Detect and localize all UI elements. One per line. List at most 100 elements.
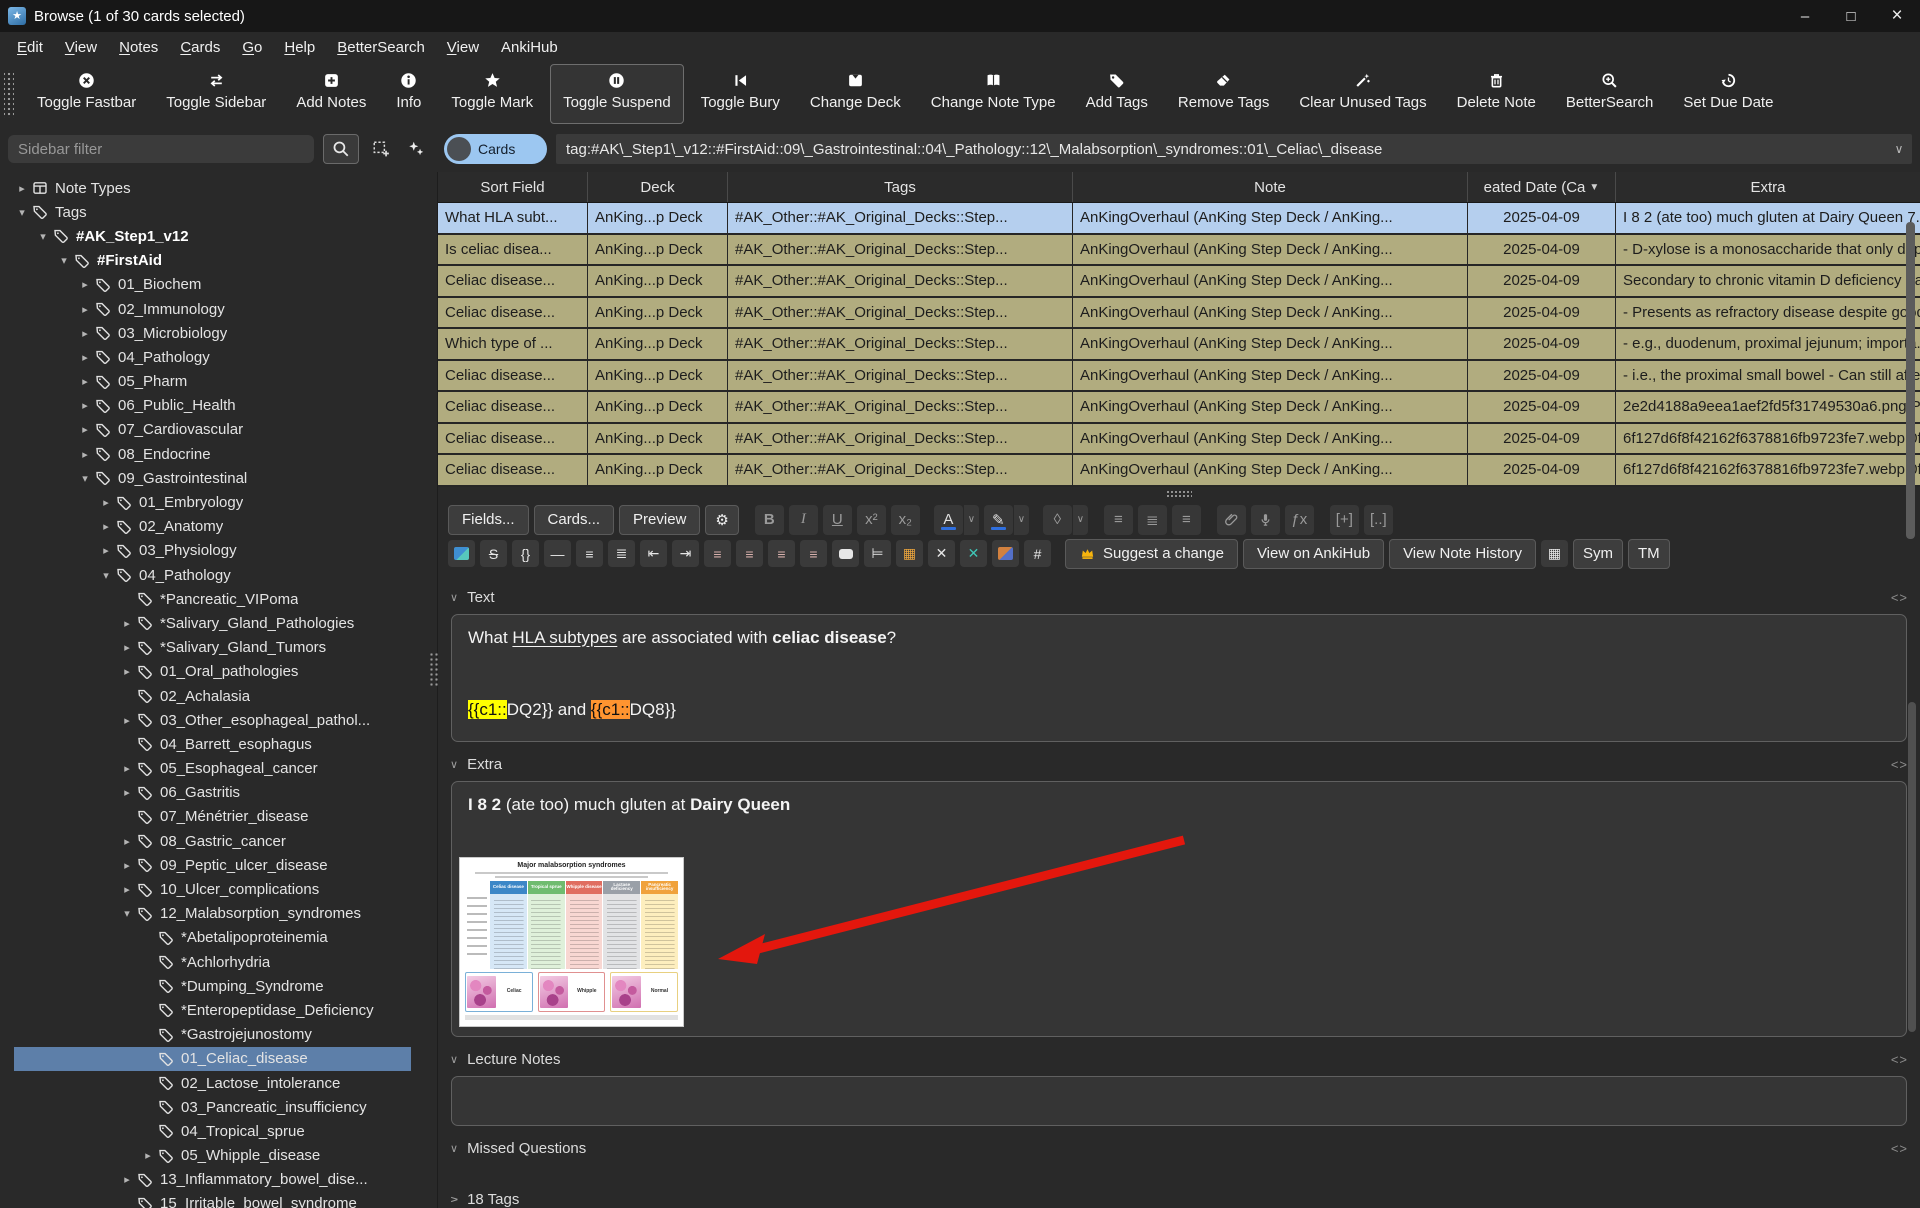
tree-arrow-right-icon[interactable]: ▸ [77, 375, 93, 388]
sidebar-item-05-esophageal-cancer[interactable]: ▸05_Esophageal_cancer [0, 757, 437, 781]
tree-arrow-right-icon[interactable]: ▸ [119, 641, 135, 654]
field-header-text[interactable]: ∨Text<> [438, 584, 1920, 612]
menu-go[interactable]: Go [231, 39, 273, 56]
sidebar-item-05-whipple-disease[interactable]: ▸05_Whipple_disease [0, 1144, 437, 1168]
sidebar-item-01-oral-pathologies[interactable]: ▸01_Oral_pathologies [0, 660, 437, 684]
table-row-6[interactable]: Celiac disease...AnKing...p Deck#AK_Othe… [438, 361, 1920, 393]
remove-format-chevron[interactable]: ∨ [1073, 505, 1088, 535]
tree-arrow-down-icon[interactable]: ▾ [14, 206, 30, 219]
tree-arrow-down-icon[interactable]: ▾ [77, 472, 93, 485]
sidebar-item-02-immunology[interactable]: ▸02_Immunology [0, 297, 437, 321]
tool-toggle-fastbar[interactable]: Toggle Fastbar [24, 64, 149, 124]
sym-button[interactable]: Sym [1573, 539, 1623, 569]
shuffle-alt-button[interactable]: ✕ [960, 540, 987, 567]
tool-change-note-type[interactable]: Change Note Type [918, 64, 1069, 124]
cards-notes-toggle[interactable]: Cards [444, 134, 547, 164]
strikethrough-button[interactable]: S [480, 540, 507, 567]
text-color-chevron[interactable]: ∨ [964, 505, 979, 535]
menu-edit[interactable]: Edit [6, 39, 54, 56]
comment-button[interactable] [832, 540, 859, 567]
sidebar-item-04-tropical-sprue[interactable]: 04_Tropical_sprue [0, 1119, 437, 1143]
sidebar-item-09-gastrointestinal[interactable]: ▾09_Gastrointestinal [0, 466, 437, 490]
column-header-note[interactable]: Note [1073, 172, 1468, 202]
tree-arrow-right-icon[interactable]: ▸ [119, 1173, 135, 1186]
sidebar-item-13-inflammatory-bowel-dise[interactable]: ▸13_Inflammatory_bowel_dise... [0, 1168, 437, 1192]
menu-help[interactable]: Help [273, 39, 326, 56]
tm-button[interactable]: TM [1628, 539, 1670, 569]
tool-add-tags[interactable]: Add Tags [1073, 64, 1161, 124]
tree-arrow-right-icon[interactable]: ▸ [140, 1149, 156, 1162]
menu-notes[interactable]: Notes [108, 39, 169, 56]
menu-ankihub[interactable]: AnkiHub [490, 39, 569, 56]
column-header-sort-field[interactable]: Sort Field [438, 172, 588, 202]
table-row-2[interactable]: Is celiac disea...AnKing...p Deck#AK_Oth… [438, 235, 1920, 267]
button-view-note-history[interactable]: View Note History [1389, 539, 1536, 569]
table-row-9[interactable]: Celiac disease...AnKing...p Deck#AK_Othe… [438, 455, 1920, 487]
bold-button[interactable]: B [755, 505, 784, 535]
record-audio-button[interactable] [1251, 505, 1280, 535]
horizontal-rule-button[interactable]: — [544, 540, 571, 567]
tool-set-due-date[interactable]: Set Due Date [1670, 64, 1786, 124]
editor-button-fields[interactable]: Fields... [448, 505, 529, 535]
table-row-7[interactable]: Celiac disease...AnKing...p Deck#AK_Othe… [438, 392, 1920, 424]
tree-arrow-right-icon[interactable]: ▸ [119, 835, 135, 848]
sidebar-item-achlorhydria[interactable]: *Achlorhydria [0, 950, 437, 974]
table-row-8[interactable]: Celiac disease...AnKing...p Deck#AK_Othe… [438, 424, 1920, 456]
sidebar-item-03-pancreatic-insufficiency[interactable]: 03_Pancreatic_insufficiency [0, 1095, 437, 1119]
suggest-a-change-button[interactable]: Suggest a change [1065, 539, 1238, 569]
menu-bettersearch[interactable]: BetterSearch [326, 39, 436, 56]
tree-arrow-right-icon[interactable]: ▸ [77, 423, 93, 436]
tree-arrow-right-icon[interactable]: ▸ [77, 278, 93, 291]
sidebar-item-05-pharm[interactable]: ▸05_Pharm [0, 370, 437, 394]
sidebar-item-08-endocrine[interactable]: ▸08_Endocrine [0, 442, 437, 466]
superscript-button[interactable]: x² [857, 505, 886, 535]
align-center-button[interactable]: ≡ [736, 540, 763, 567]
highlight-block-button[interactable]: ▦ [896, 540, 923, 567]
search-button[interactable] [323, 134, 359, 164]
tool-change-deck[interactable]: Change Deck [797, 64, 914, 124]
tree-arrow-right-icon[interactable]: ▸ [119, 714, 135, 727]
minimize-button[interactable]: – [1782, 0, 1828, 32]
unordered-list-button[interactable]: ≡ [1104, 505, 1133, 535]
table-row-3[interactable]: Celiac disease...AnKing...p Deck#AK_Othe… [438, 266, 1920, 298]
remove-format-button[interactable]: ◊ [1043, 505, 1072, 535]
toolbar-drag-handle[interactable] [4, 70, 14, 118]
highlighter-chevron[interactable]: ∨ [1014, 505, 1029, 535]
tool-bettersearch[interactable]: BetterSearch [1553, 64, 1667, 124]
sidebar-item-10-ulcer-complications[interactable]: ▸10_Ulcer_complications [0, 877, 437, 901]
sidebar-item-03-physiology[interactable]: ▸03_Physiology [0, 539, 437, 563]
malabsorption-table-image[interactable]: Major malabsorption syndromesCeliac dise… [459, 857, 684, 1027]
text-color-button[interactable]: A [934, 505, 963, 535]
sidebar-item-15-irritable-bowel-syndrome[interactable]: 15_Irritable_bowel_syndrome [0, 1192, 437, 1208]
tool-toggle-suspend[interactable]: Toggle Suspend [550, 64, 684, 124]
tool-clear-unused-tags[interactable]: Clear Unused Tags [1286, 64, 1439, 124]
editor-scrollbar[interactable] [1908, 702, 1916, 1032]
table-row-5[interactable]: Which type of ...AnKing...p Deck#AK_Othe… [438, 329, 1920, 361]
subscript-button[interactable]: x₂ [891, 505, 920, 535]
tree-arrow-right-icon[interactable]: ▸ [119, 617, 135, 630]
tree-arrow-down-icon[interactable]: ▾ [98, 569, 114, 582]
tree-arrow-right-icon[interactable]: ▸ [77, 327, 93, 340]
menu-view[interactable]: View [436, 39, 490, 56]
tool-add-notes[interactable]: Add Notes [283, 64, 379, 124]
sidebar-item-01-celiac-disease[interactable]: 01_Celiac_disease [0, 1047, 437, 1071]
gear-button[interactable]: ⚙ [705, 505, 738, 535]
sidebar-item-04-pathology[interactable]: ▸04_Pathology [0, 345, 437, 369]
tree-arrow-down-icon[interactable]: ▾ [35, 230, 51, 243]
sidebar-item-ak-step1-v12[interactable]: ▾#AK_Step1_v12 [0, 224, 437, 248]
tool-info[interactable]: Info [383, 64, 434, 124]
tool-remove-tags[interactable]: Remove Tags [1165, 64, 1282, 124]
sidebar-scrollbar[interactable] [1906, 222, 1915, 539]
align-left-button[interactable]: ≡ [704, 540, 731, 567]
attach-button[interactable] [1217, 505, 1246, 535]
sidebar-filter-input[interactable] [8, 135, 314, 163]
block-indent-button[interactable]: ⊨ [864, 540, 891, 567]
sidebar-item-06-public-health[interactable]: ▸06_Public_Health [0, 394, 437, 418]
tree-arrow-right-icon[interactable]: ▸ [77, 351, 93, 364]
sidebar-item-dumping-syndrome[interactable]: *Dumping_Syndrome [0, 974, 437, 998]
sidebar-item-06-gastritis[interactable]: ▸06_Gastritis [0, 781, 437, 805]
tree-arrow-down-icon[interactable]: ▾ [119, 907, 135, 920]
sidebar-item-12-malabsorption-syndromes[interactable]: ▾12_Malabsorption_syndromes [0, 902, 437, 926]
sidebar-item-tags[interactable]: ▾Tags [0, 200, 437, 224]
extra-field-editor[interactable]: I 8 2 (ate too) much gluten at Dairy Que… [451, 781, 1907, 1037]
